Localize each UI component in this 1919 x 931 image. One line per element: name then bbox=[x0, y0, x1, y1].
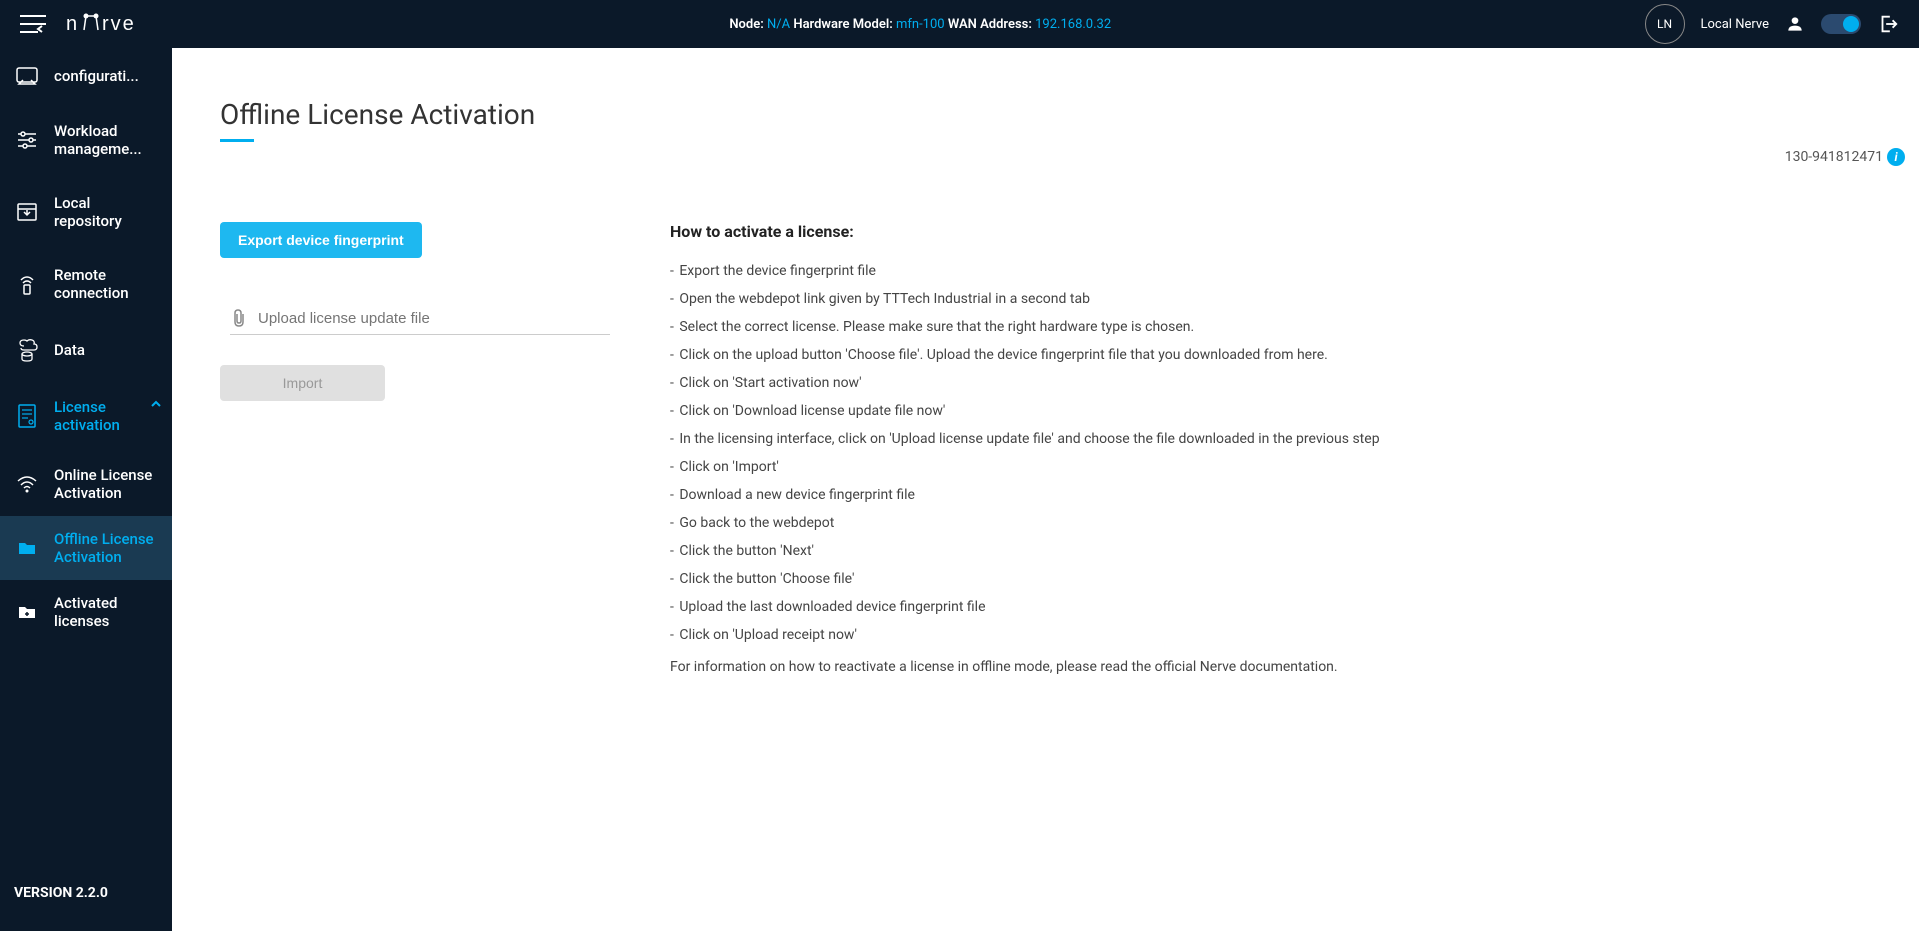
instruction-step: Export the device fingerprint file bbox=[670, 257, 1879, 285]
config-icon bbox=[14, 66, 40, 86]
sidebar-item-configuration[interactable]: configurati... bbox=[0, 48, 172, 104]
instructions-footer: For information on how to reactivate a l… bbox=[670, 659, 1879, 675]
title-underline bbox=[220, 139, 254, 142]
folder-plus-icon bbox=[14, 604, 40, 620]
svg-text:n: n bbox=[66, 13, 79, 35]
sidebar-item-label: Workload manageme... bbox=[54, 122, 158, 158]
sidebar-item-online-license-activation[interactable]: Online License Activation bbox=[0, 452, 172, 516]
sidebar-item-label: Activated licenses bbox=[54, 594, 158, 630]
sidebar-item-label: Local repository bbox=[54, 194, 158, 230]
sidebar-item-offline-license-activation[interactable]: Offline License Activation bbox=[0, 516, 172, 580]
repository-icon bbox=[14, 202, 40, 222]
sidebar-item-label: Offline License Activation bbox=[54, 530, 158, 566]
data-icon bbox=[14, 338, 40, 362]
sidebar-item-local-repository[interactable]: Local repository bbox=[0, 176, 172, 248]
sidebar-item-label: License activation bbox=[54, 398, 158, 434]
import-button[interactable]: Import bbox=[220, 365, 385, 401]
sidebar-item-workload-management[interactable]: Workload manageme... bbox=[0, 104, 172, 176]
instruction-step: Click the button 'Choose file' bbox=[670, 565, 1879, 593]
instruction-step: Click on 'Start activation now' bbox=[670, 369, 1879, 397]
instruction-step: Click on 'Upload receipt now' bbox=[670, 621, 1879, 649]
page-title: Offline License Activation bbox=[220, 98, 1919, 131]
version-label: VERSION 2.2.0 bbox=[0, 865, 122, 921]
sidebar-item-label: configurati... bbox=[54, 67, 158, 85]
instruction-step: Download a new device fingerprint file bbox=[670, 481, 1879, 509]
user-icon[interactable] bbox=[1785, 14, 1805, 34]
tenant-avatar[interactable]: LN bbox=[1645, 4, 1685, 44]
serial-number: 130-941812471 i bbox=[1785, 148, 1905, 166]
upload-license-input[interactable] bbox=[258, 310, 610, 327]
menu-icon[interactable] bbox=[20, 14, 46, 34]
logo: n rve bbox=[66, 12, 156, 36]
theme-toggle[interactable] bbox=[1821, 14, 1861, 34]
instruction-step: Go back to the webdepot bbox=[670, 509, 1879, 537]
instruction-step: Click on the upload button 'Choose file'… bbox=[670, 341, 1879, 369]
app-header: n rve Node: N/A Hardware Model: mfn-100 … bbox=[0, 0, 1919, 48]
logout-icon[interactable] bbox=[1877, 13, 1899, 35]
upload-field[interactable] bbox=[230, 308, 610, 335]
instruction-step: Click the button 'Next' bbox=[670, 537, 1879, 565]
folder-icon bbox=[14, 540, 40, 556]
export-fingerprint-button[interactable]: Export device fingerprint bbox=[220, 222, 422, 258]
instructions-list: Export the device fingerprint file Open … bbox=[670, 257, 1879, 649]
attachment-icon bbox=[230, 308, 248, 328]
sidebar-item-license-activation[interactable]: License activation bbox=[0, 380, 172, 452]
instruction-step: Open the webdepot link given by TTTech I… bbox=[670, 285, 1879, 313]
svg-text:rve: rve bbox=[102, 13, 136, 35]
instruction-step: Upload the last downloaded device finger… bbox=[670, 593, 1879, 621]
instruction-step: Click on 'Import' bbox=[670, 453, 1879, 481]
nerve-logo-icon: n rve bbox=[66, 12, 156, 36]
sidebar-item-label: Data bbox=[54, 341, 158, 359]
instruction-step: Select the correct license. Please make … bbox=[670, 313, 1879, 341]
license-icon bbox=[14, 403, 40, 429]
sidebar-item-data[interactable]: Data bbox=[0, 320, 172, 380]
instructions-title: How to activate a license: bbox=[670, 222, 1879, 241]
instructions-panel: How to activate a license: Export the de… bbox=[670, 222, 1919, 675]
sliders-icon bbox=[14, 130, 40, 150]
chevron-up-icon bbox=[150, 400, 162, 408]
sidebar-item-remote-connection[interactable]: Remote connection bbox=[0, 248, 172, 320]
sidebar: configurati... Workload manageme... Loca… bbox=[0, 48, 172, 931]
remote-icon bbox=[14, 272, 40, 296]
header-node-info: Node: N/A Hardware Model: mfn-100 WAN Ad… bbox=[196, 17, 1645, 32]
instruction-step: In the licensing interface, click on 'Up… bbox=[670, 425, 1879, 453]
sidebar-item-label: Online License Activation bbox=[54, 466, 158, 502]
tenant-name: Local Nerve bbox=[1701, 17, 1769, 32]
sidebar-item-label: Remote connection bbox=[54, 266, 158, 302]
main-content: Offline License Activation 130-941812471… bbox=[180, 48, 1919, 931]
sidebar-item-activated-licenses[interactable]: Activated licenses bbox=[0, 580, 172, 644]
info-icon[interactable]: i bbox=[1887, 148, 1905, 166]
wifi-icon bbox=[14, 475, 40, 493]
instruction-step: Click on 'Download license update file n… bbox=[670, 397, 1879, 425]
